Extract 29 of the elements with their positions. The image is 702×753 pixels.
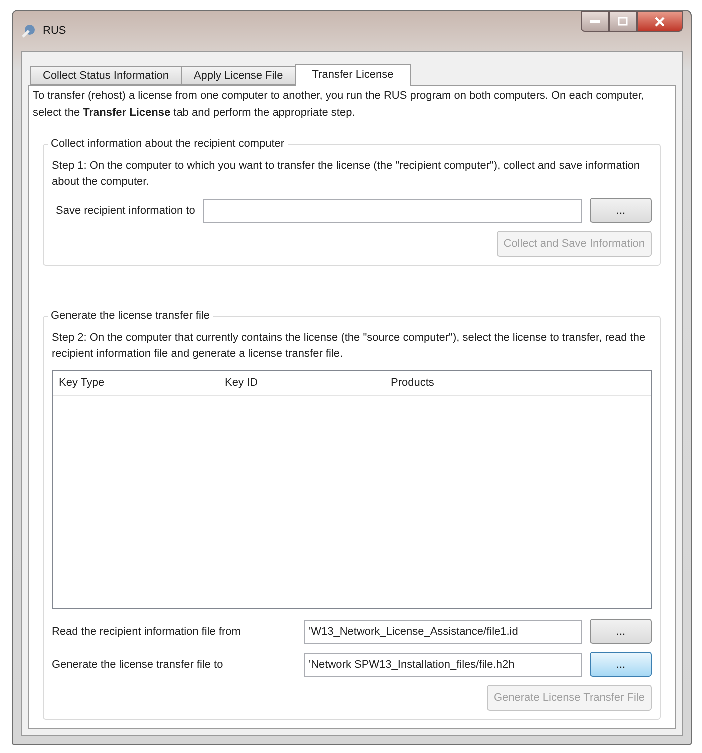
path-field[interactable] <box>203 198 582 222</box>
license-table[interactable]: Key Type Key ID Products <box>52 370 652 609</box>
browse-button[interactable]: ... <box>590 198 652 223</box>
browse-button[interactable]: ... <box>590 619 652 644</box>
field-label: Read the recipient information file from <box>52 626 242 638</box>
close-button[interactable] <box>637 11 683 32</box>
tab[interactable]: Apply License File <box>180 66 296 85</box>
step-text: Step 1: On the computer to which you want to transfer the license (the "recipient computer"), collect and save information about the computer. <box>52 159 642 190</box>
intro-text: To transfer (rehost) a license from one computer to another, you run the RUS program on both computers. On each computer, select the Transfer License tab and perform the appropriate step. <box>33 89 646 121</box>
path-field[interactable]: 'W13_Network_License_Assistance/file1.id <box>304 620 582 644</box>
browse-button[interactable]: ... <box>590 652 652 677</box>
close-icon <box>655 16 665 26</box>
step-text: Step 2: On the computer that currently contains the license (the "source computer"), select the license to transfer, read the recipient information file and generate a license transfer file. <box>52 331 647 362</box>
tab[interactable]: Collect Status Information <box>30 66 182 85</box>
path-field[interactable]: 'Network SPW13_Installation_files/file.h2h <box>304 652 582 676</box>
field-label: Generate the license transfer file to <box>52 658 224 670</box>
column-header[interactable]: Key ID <box>219 377 385 389</box>
app-icon <box>21 23 37 39</box>
tab[interactable]: Transfer License <box>295 64 411 86</box>
column-header[interactable]: Key Type <box>53 377 219 389</box>
minimize-button[interactable] <box>581 11 609 32</box>
minimize-icon <box>590 20 600 24</box>
window-title: RUS <box>43 25 68 37</box>
maximize-icon <box>618 17 628 26</box>
maximize-button[interactable] <box>609 11 637 32</box>
field-label: Save recipient information to <box>55 204 196 216</box>
group-title: Collect information about the recipient computer <box>50 138 286 150</box>
group-title: Generate the license transfer file <box>50 310 211 322</box>
column-header[interactable]: Products <box>385 377 641 389</box>
